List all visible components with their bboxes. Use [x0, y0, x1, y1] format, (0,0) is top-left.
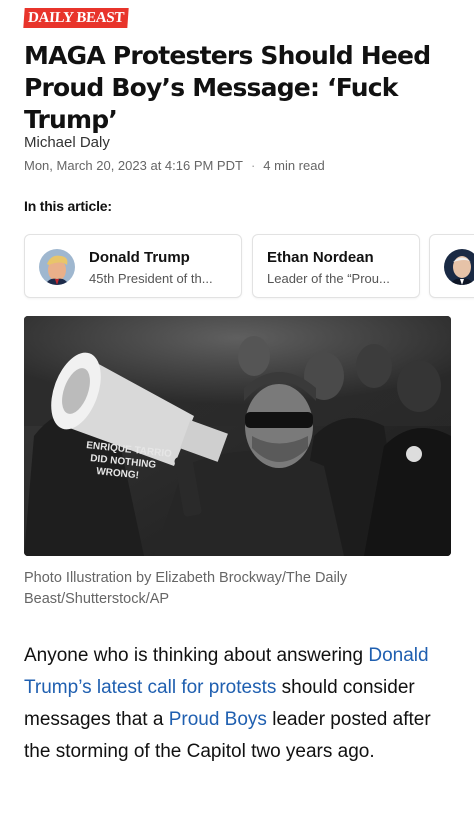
person-card-ethan-nordean[interactable]: Ethan Nordean Leader of the “Prou...	[252, 234, 420, 298]
proud-boys-link[interactable]: Proud Boys	[169, 709, 267, 730]
avatar	[444, 249, 474, 285]
body-text-segment: Anyone who is thinking about answering	[24, 645, 369, 666]
people-carousel[interactable]: Donald Trump 45th President of th... Eth…	[24, 234, 474, 298]
daily-beast-logo[interactable]: DAILY BEAST	[23, 8, 129, 28]
person-role: 45th President of th...	[89, 271, 213, 286]
publish-date: Mon, March 20, 2023 at 4:16 PM PDT	[24, 158, 243, 173]
article-headline: MAGA Protesters Should Heed Proud Boy’s …	[24, 41, 431, 134]
avatar	[39, 249, 75, 285]
person-card-donald-trump[interactable]: Donald Trump 45th President of th...	[24, 234, 242, 298]
person-role: Leader of the “Prou...	[267, 271, 390, 286]
photo-caption: Photo Illustration by Elizabeth Brockway…	[24, 570, 348, 607]
in-this-article-label: In this article:	[24, 198, 112, 214]
meta-separator: ·	[250, 158, 256, 173]
read-time: 4 min read	[263, 158, 325, 173]
person-name: Ethan Nordean	[267, 249, 374, 266]
article-photo: ENRIQUE TARRIO DID NOTHING WRONG!	[24, 316, 451, 556]
person-card-partial[interactable]	[429, 234, 474, 298]
article-body-paragraph: Anyone who is thinking about answering D…	[24, 640, 454, 768]
person-name: Donald Trump	[89, 249, 190, 266]
author-name[interactable]: Michael Daly	[24, 134, 110, 151]
article-meta: Mon, March 20, 2023 at 4:16 PM PDT · 4 m…	[24, 158, 325, 173]
